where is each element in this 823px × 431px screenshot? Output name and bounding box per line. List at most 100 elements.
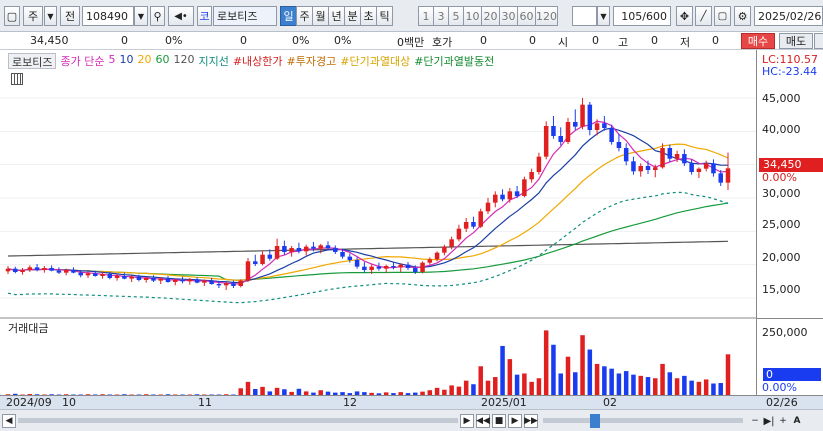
turnover-bar (485, 380, 491, 395)
turnover-bar (536, 378, 542, 395)
candle-body (282, 246, 287, 252)
candle-body (158, 278, 163, 281)
period-day-tab[interactable]: 일 (280, 6, 297, 26)
candle-body (609, 128, 614, 142)
current-price-pct: 0.00% (762, 171, 797, 184)
candle-body (383, 266, 389, 269)
x-label-right-date: 02/26 (766, 396, 798, 409)
market-select[interactable]: 주 (23, 6, 43, 26)
candle-body (362, 266, 367, 270)
current-price-value: 34,450 (763, 158, 802, 171)
x-label-2024-09: 2024/09 (6, 396, 52, 409)
more-button[interactable] (814, 33, 823, 49)
candle-body (398, 264, 403, 268)
close-value: 0 (712, 34, 719, 47)
candle-body (449, 239, 454, 247)
period-year-tab[interactable]: 년 (328, 6, 345, 26)
interval-10-button[interactable]: 10 (463, 6, 482, 26)
turnover-bar (667, 372, 673, 395)
sound-icon[interactable]: ◀• (168, 6, 194, 26)
candle-body (85, 273, 91, 276)
line-tool-icon[interactable]: ╱ (695, 6, 712, 26)
interval-20-button[interactable]: 20 (481, 6, 500, 26)
sell-button[interactable]: 매도 (779, 33, 813, 49)
zoom-track[interactable] (543, 418, 743, 423)
candle-body (471, 222, 476, 227)
period-week-tab[interactable]: 주 (296, 6, 313, 26)
zoom-in-icon[interactable]: + (776, 414, 790, 428)
interval-dropdown-icon[interactable]: ▼ (597, 6, 610, 26)
zoom-slider-handle[interactable] (590, 414, 600, 428)
code-dropdown-icon[interactable]: ▼ (134, 6, 148, 26)
candle-body (565, 122, 571, 142)
candle-body (551, 126, 556, 136)
exchange-badge-label: 코 (199, 10, 210, 23)
candle-body (180, 280, 185, 282)
code-input[interactable]: 108490 (82, 6, 134, 26)
si-value: 0 (529, 34, 536, 47)
interval-1-button[interactable]: 1 (418, 6, 434, 26)
date-field[interactable]: 2025/02/26 (754, 6, 823, 26)
interval-5-button[interactable]: 5 (448, 6, 464, 26)
candle-body (34, 267, 40, 270)
candle-body (274, 246, 280, 259)
stop-icon[interactable]: ■ (492, 414, 506, 428)
period-second-tab[interactable]: 초 (360, 6, 377, 26)
scroll-left-icon[interactable]: ◀ (2, 414, 16, 428)
price-chart[interactable] (0, 50, 756, 395)
interval-60-button[interactable]: 60 (517, 6, 536, 26)
period-minute-tab[interactable]: 분 (344, 6, 361, 26)
candle-body (114, 276, 120, 278)
turnover-bar (478, 366, 483, 395)
market-dropdown-icon[interactable]: ▼ (44, 6, 57, 26)
scroll-track[interactable] (18, 418, 458, 423)
interval-3-button[interactable]: 3 (433, 6, 449, 26)
candle-body (413, 268, 418, 272)
volume-current-value: 0 (766, 368, 773, 381)
y-tick-20000: 20,000 (762, 251, 801, 264)
stock-name-field[interactable]: 로보티즈 (213, 6, 277, 26)
interval-30-button[interactable]: 30 (499, 6, 518, 26)
candle-body (303, 246, 309, 252)
candle-body (260, 254, 265, 264)
candle-body (725, 168, 731, 183)
si-label: 시 (558, 36, 569, 49)
candle-body (129, 276, 134, 279)
candles (5, 98, 731, 290)
buy-button[interactable]: 매수 (741, 33, 775, 49)
candle-body (434, 252, 440, 260)
crosshair-icon[interactable]: ✥ (676, 6, 693, 26)
interval-120-button[interactable]: 120 (535, 6, 558, 26)
kind-select[interactable]: 전 (60, 6, 80, 26)
candle-body (340, 252, 345, 257)
turnover-bar (565, 356, 571, 395)
text-size-icon[interactable]: A (790, 414, 804, 428)
period-month-tab[interactable]: 월 (312, 6, 329, 26)
search-icon[interactable]: ⚲ (150, 6, 165, 26)
candle-body (594, 123, 600, 130)
scroll-end-icon[interactable]: ▶| (762, 414, 776, 428)
interval-input[interactable] (572, 6, 597, 26)
settings-icon[interactable]: ⚙ (734, 6, 751, 26)
chart-window-icon[interactable]: ▢ (4, 6, 20, 26)
candle-body (253, 261, 258, 264)
scroll-right-icon[interactable]: ▶ (460, 414, 474, 428)
fast-forward-icon[interactable]: ▶▶ (524, 414, 538, 428)
zoom-out-icon[interactable]: − (748, 414, 762, 428)
play-icon[interactable]: ▶ (508, 414, 522, 428)
turnover-bar (245, 381, 251, 395)
hide-icon[interactable]: ▢ (714, 6, 731, 26)
turnover-bar (616, 373, 622, 395)
turnover-bar (558, 373, 563, 395)
candle-body (696, 168, 702, 172)
rewind-icon[interactable]: ◀◀ (476, 414, 490, 428)
turnover-bar (522, 373, 527, 395)
candle-body (78, 272, 83, 276)
count-field[interactable]: 105/600 (613, 6, 671, 26)
interval-buttons: 1 3 5 10 20 30 60 120 (418, 6, 558, 26)
period-tick-tab[interactable]: 틱 (376, 6, 393, 26)
turnover-bar (551, 344, 556, 395)
candle-body (122, 276, 127, 279)
candle-body (311, 246, 316, 249)
hc-label: HC:-23.44 (762, 65, 818, 78)
